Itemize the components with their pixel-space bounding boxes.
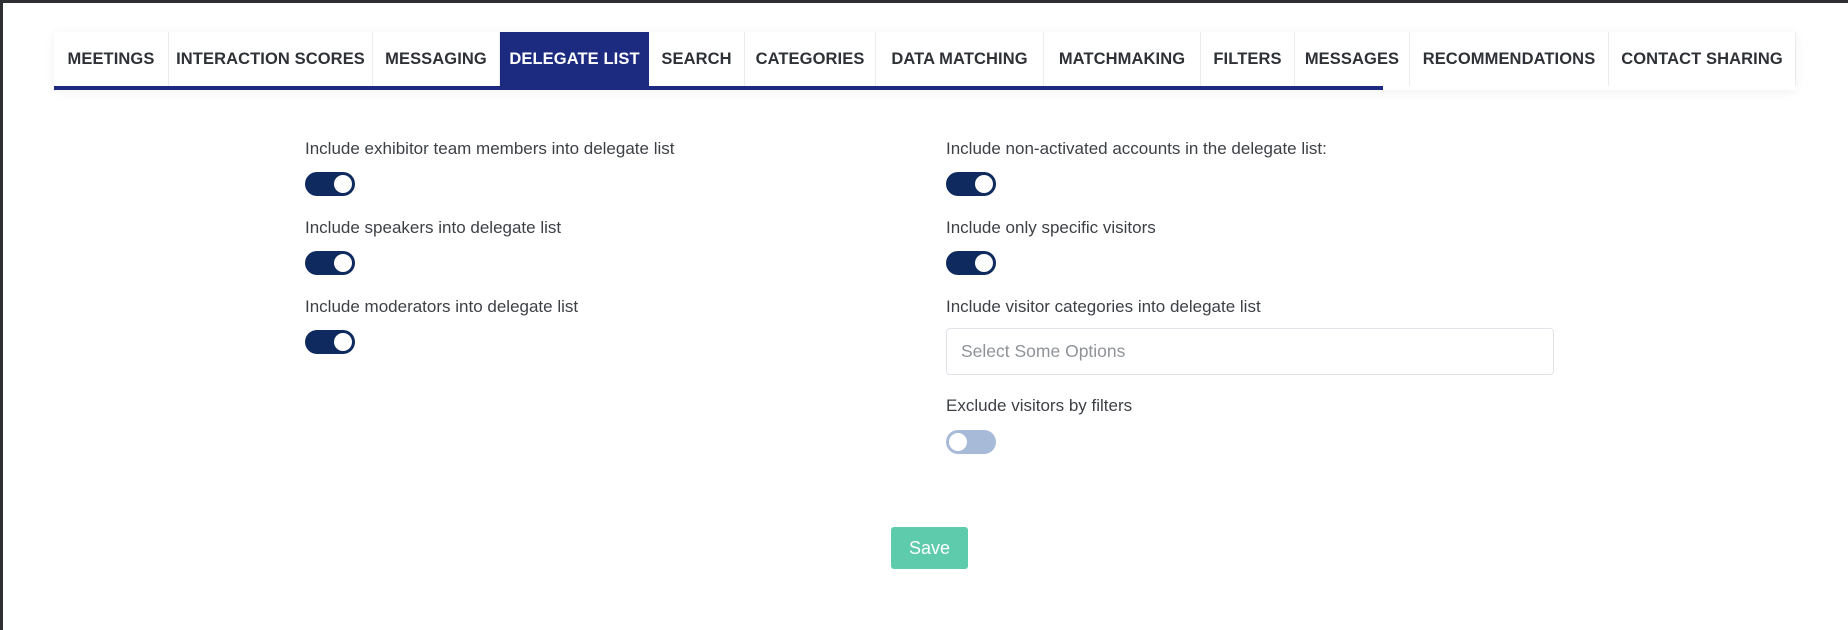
- tab-messaging[interactable]: MESSAGING: [373, 32, 500, 86]
- specific-visitors-label: Include only specific visitors: [946, 218, 1156, 237]
- tab-categories[interactable]: CATEGORIES: [745, 32, 876, 86]
- non-activated-label: Include non-activated accounts in the de…: [946, 139, 1327, 158]
- toggle-knob: [975, 254, 993, 272]
- tab-recommendations[interactable]: RECOMMENDATIONS: [1410, 32, 1609, 86]
- moderators-toggle[interactable]: [305, 330, 355, 354]
- window-top-border: [0, 0, 1848, 3]
- toggle-knob: [975, 175, 993, 193]
- tab-interaction-scores[interactable]: INTERACTION SCORES: [169, 32, 373, 86]
- toggle-knob: [949, 433, 967, 451]
- moderators-label: Include moderators into delegate list: [305, 297, 579, 316]
- toggle-knob: [334, 254, 352, 272]
- tab-meetings[interactable]: MEETINGS: [54, 32, 169, 86]
- active-tab-underline: [54, 86, 1383, 90]
- visitor-categories-placeholder: Select Some Options: [961, 341, 1126, 361]
- speakers-toggle[interactable]: [305, 251, 355, 275]
- specific-visitors-toggle[interactable]: [946, 251, 996, 275]
- tab-contact-sharing[interactable]: CONTACT SHARING: [1609, 32, 1796, 86]
- tab-delegate-list[interactable]: DELEGATE LIST: [500, 32, 649, 86]
- tab-messages[interactable]: MESSAGES: [1295, 32, 1410, 86]
- exhibitor-members-label: Include exhibitor team members into dele…: [305, 139, 675, 158]
- exclude-filters-label: Exclude visitors by filters: [946, 396, 1133, 415]
- visitor-categories-label: Include visitor categories into delegate…: [946, 297, 1261, 316]
- exclude-filters-toggle[interactable]: [946, 430, 996, 454]
- toggle-knob: [334, 333, 352, 351]
- toggle-knob: [334, 175, 352, 193]
- save-button[interactable]: Save: [891, 527, 968, 569]
- visitor-categories-select[interactable]: Select Some Options: [946, 328, 1554, 375]
- tab-search[interactable]: SEARCH: [649, 32, 745, 86]
- non-activated-toggle[interactable]: [946, 172, 996, 196]
- exhibitor-members-toggle[interactable]: [305, 172, 355, 196]
- window-left-border: [0, 0, 3, 630]
- settings-tab-bar: MEETINGS INTERACTION SCORES MESSAGING DE…: [54, 32, 1796, 90]
- tab-data-matching[interactable]: DATA MATCHING: [876, 32, 1044, 86]
- speakers-label: Include speakers into delegate list: [305, 218, 562, 237]
- tab-filters[interactable]: FILTERS: [1201, 32, 1295, 86]
- tab-matchmaking[interactable]: MATCHMAKING: [1044, 32, 1201, 86]
